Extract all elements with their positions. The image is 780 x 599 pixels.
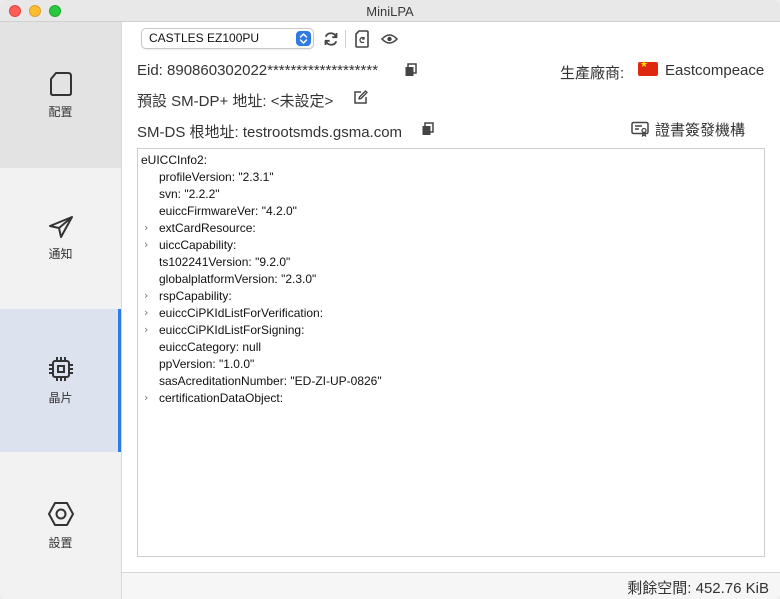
chip-panel: CASTLES EZ100PU Eid: 890860302022*******… (122, 22, 780, 599)
tree-leaf: svn: "2.2.2" (159, 187, 220, 201)
chevron-right-icon[interactable]: › (144, 221, 148, 234)
card-reader-select[interactable]: CASTLES EZ100PU (141, 28, 314, 49)
sim-card-icon[interactable] (353, 30, 371, 48)
card-icon (49, 71, 72, 96)
china-flag-icon (638, 60, 658, 76)
chevron-right-icon[interactable]: › (144, 289, 148, 302)
eid-text: Eid: 890860302022******************* (137, 62, 379, 79)
chevron-right-icon[interactable]: › (144, 306, 148, 319)
tree-leaf: profileVersion: "2.3.1" (159, 170, 274, 184)
hexagon-gear-icon (47, 502, 74, 526)
sidebar-item-notify[interactable]: 通知 (0, 168, 121, 308)
copy-eid-icon[interactable] (404, 63, 418, 77)
sidebar-item-label: 設置 (48, 536, 73, 550)
sidebar-item-config[interactable]: 配置 (0, 22, 121, 168)
tree-node-expandable[interactable]: euiccCiPKIdListForVerification: (159, 305, 323, 322)
chevron-right-icon[interactable]: › (144, 323, 148, 336)
tree-leaf: globalplatformVersion: "2.3.0" (159, 272, 317, 286)
tree-node-expandable[interactable]: euiccCiPKIdListForSigning: (159, 322, 304, 339)
manufacturer-name: Eastcompeace (665, 62, 765, 79)
card-reader-value: CASTLES EZ100PU (149, 31, 260, 45)
tree-leaf: sasAcreditationNumber: "ED-ZI-UP-0826" (159, 374, 382, 388)
tree-leaf: ppVersion: "1.0.0" (159, 357, 255, 371)
certificate-issuer-label: 證書簽發機構 (655, 121, 746, 139)
tree-node-expandable[interactable]: rspCapability: (159, 288, 232, 305)
sidebar: 配置 通知 晶片 設置 (0, 22, 122, 599)
status-bar: 剩餘空間: 452.76 KiB (122, 572, 780, 599)
refresh-icon[interactable] (322, 30, 340, 48)
title-bar: MiniLPA (0, 0, 780, 22)
tree-node-expandable[interactable]: certificationDataObject: (159, 390, 283, 407)
copy-smds-icon[interactable] (421, 122, 435, 136)
chevron-updown-icon (296, 31, 311, 46)
paper-plane-icon (48, 215, 73, 238)
sidebar-item-label: 配置 (48, 104, 73, 119)
tree-leaf: ts102241Version: "9.2.0" (159, 255, 291, 269)
default-smdp-text: 預設 SM-DP+ 地址: <未設定> (137, 93, 334, 110)
certificate-issuer-button[interactable]: 證書簽發機構 (631, 119, 745, 139)
free-space-text: 剩餘空間: 452.76 KiB (627, 580, 769, 597)
eye-icon[interactable] (380, 30, 398, 48)
sidebar-item-settings[interactable]: 設置 (0, 452, 121, 599)
smds-root-text: SM-DS 根地址: testrootsmds.gsma.com (137, 124, 403, 141)
sidebar-item-chip[interactable]: 晶片 (0, 309, 121, 452)
sidebar-item-label: 通知 (48, 246, 73, 261)
edit-icon[interactable] (353, 90, 368, 104)
euicc-info-tree[interactable]: eUICCInfo2: profileVersion: "2.3.1" svn: … (137, 148, 765, 557)
certificate-icon (631, 121, 649, 137)
manufacturer-label: 生產廠商: (560, 65, 625, 82)
chevron-right-icon[interactable]: › (144, 391, 148, 404)
tree-leaf: euiccFirmwareVer: "4.2.0" (159, 204, 297, 218)
sidebar-item-label: 晶片 (48, 391, 73, 405)
tree-root: eUICCInfo2: (141, 153, 208, 167)
chip-icon (48, 357, 73, 381)
window-title: MiniLPA (366, 4, 414, 19)
tree-node-expandable[interactable]: uiccCapability: (159, 237, 236, 254)
tree-node-expandable[interactable]: extCardResource: (159, 220, 256, 237)
toolbar-divider (345, 30, 346, 48)
chevron-right-icon[interactable]: › (144, 238, 148, 251)
tree-leaf: euiccCategory: null (159, 340, 262, 354)
app-window: MiniLPA 配置 通知 晶片 設置 CASTLES EZ100PU Eid:… (0, 0, 780, 599)
